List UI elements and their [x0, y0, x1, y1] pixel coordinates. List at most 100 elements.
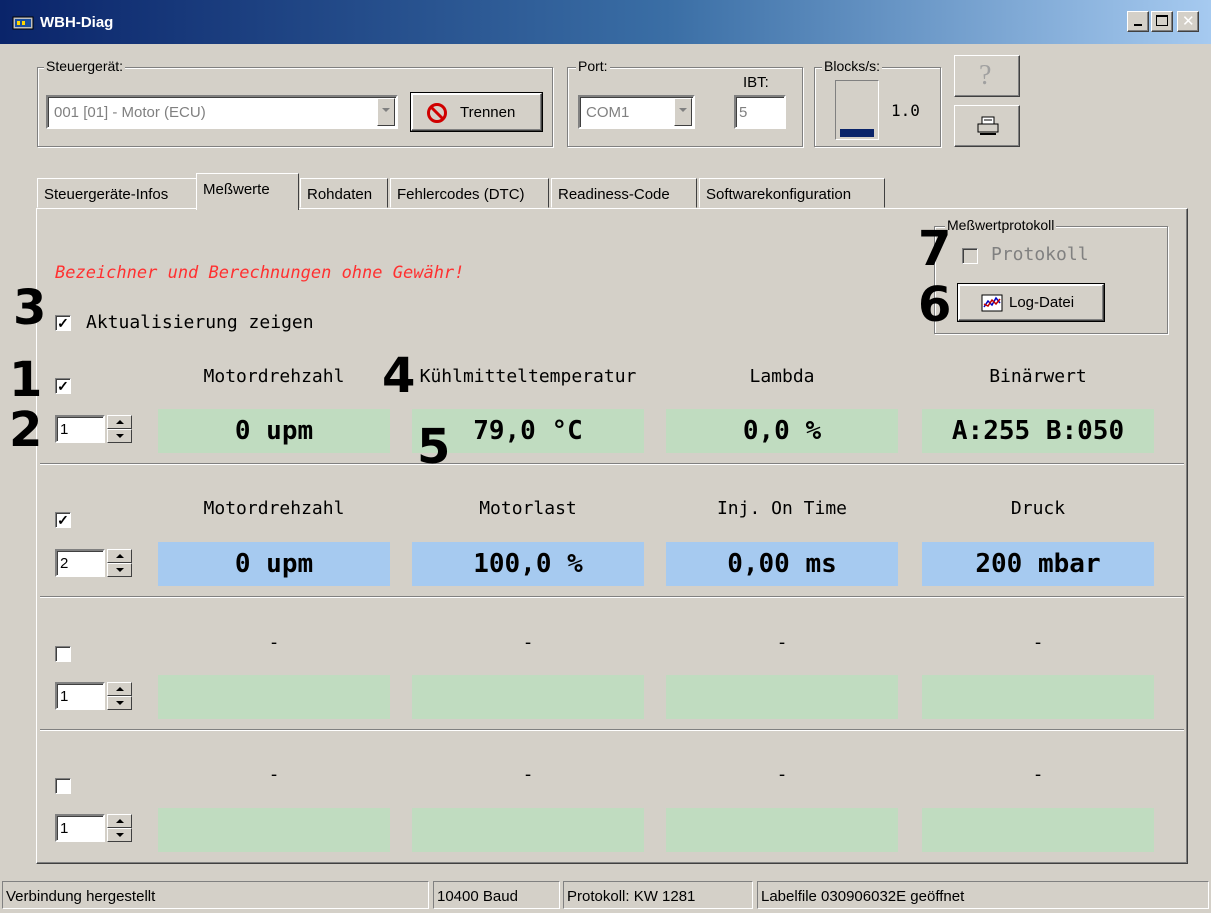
row-4-checkbox[interactable] — [55, 778, 71, 794]
row-2-label-3: Inj. On Time — [716, 498, 848, 519]
row-2-value-1: 0 upm — [158, 542, 390, 586]
ibt-input[interactable]: 5 — [734, 95, 786, 129]
ibt-label: IBT: — [743, 74, 769, 91]
status-connection: Verbindung hergestellt — [2, 881, 429, 909]
status-baud: 10400 Baud — [433, 881, 560, 909]
blocks-value: 1.0 — [891, 101, 920, 120]
window-title: WBH-Diag — [40, 14, 114, 31]
row-separator — [40, 729, 1184, 731]
row-2-spin-up[interactable] — [107, 549, 132, 563]
port-select[interactable]: COM1 — [578, 95, 695, 129]
row-1-label-2: Kühlmitteltemperatur — [419, 366, 637, 387]
maximize-button[interactable] — [1151, 11, 1173, 32]
status-protocol: Protokoll: KW 1281 — [563, 881, 753, 909]
row-4-label-2: - — [522, 764, 534, 785]
row-3-label-2: - — [522, 632, 534, 653]
row-2-value-3: 0,00 ms — [666, 542, 898, 586]
row-3-spin-up[interactable] — [107, 682, 132, 696]
row-4-label-1: - — [268, 764, 280, 785]
close-button[interactable]: ✕ — [1177, 11, 1199, 32]
row-2-checkbox[interactable]: ✓ — [55, 512, 71, 528]
row-3-value-2 — [412, 675, 644, 719]
row-4-spin-down[interactable] — [107, 828, 132, 842]
log-file-button[interactable]: Log-Datei — [958, 284, 1104, 321]
tab-rohdaten[interactable]: Rohdaten — [300, 178, 388, 208]
group-value: 1 — [60, 820, 69, 837]
maximize-icon — [1156, 15, 1168, 26]
chart-icon — [981, 294, 1003, 312]
question-icon: ? — [979, 60, 992, 91]
show-update-checkbox[interactable]: ✓ — [55, 315, 71, 331]
protocol-checkbox[interactable] — [962, 248, 978, 264]
row-2-value-2: 100,0 % — [412, 542, 644, 586]
row-3-checkbox[interactable] — [55, 646, 71, 662]
tab-fehlercodes[interactable]: Fehlercodes (DTC) — [390, 178, 549, 208]
row-1-spin-down[interactable] — [107, 429, 132, 443]
port-group-label: Port: — [576, 58, 610, 74]
row-1-label-3: Lambda — [749, 366, 815, 387]
row-1-checkbox[interactable]: ✓ — [55, 378, 71, 394]
annotation-6: 6 — [918, 277, 952, 333]
blocks-meter-fill — [840, 129, 874, 137]
tab-label: Meßwerte — [203, 181, 270, 198]
blocks-meter — [835, 80, 879, 140]
row-2-value-4: 200 mbar — [922, 542, 1154, 586]
help-button[interactable]: ? — [954, 55, 1020, 97]
row-1-value-3: 0,0 % — [666, 409, 898, 453]
row-3-group-input[interactable]: 1 — [55, 682, 105, 710]
tab-label: Rohdaten — [307, 186, 373, 203]
row-separator — [40, 463, 1184, 465]
ecu-group-label: Steuergerät: — [44, 58, 126, 74]
minimize-button[interactable] — [1127, 11, 1149, 32]
row-1-value-4: A:255 B:050 — [922, 409, 1154, 453]
tab-label: Softwarekonfiguration — [706, 186, 852, 203]
print-button[interactable] — [954, 105, 1020, 147]
row-separator — [40, 596, 1184, 598]
row-2-label-2: Motorlast — [479, 498, 577, 519]
tab-steuergeraete-infos[interactable]: Steuergeräte-Infos — [37, 178, 198, 208]
row-1-value-1: 0 upm — [158, 409, 390, 453]
row-2-group-input[interactable]: 2 — [55, 549, 105, 577]
row-3-value-3 — [666, 675, 898, 719]
app-icon — [12, 16, 34, 30]
row-1-group-input[interactable]: 1 — [55, 415, 105, 443]
blocks-group-label: Blocks/s: — [822, 58, 883, 74]
row-4-value-2 — [412, 808, 644, 852]
row-4-spin-up[interactable] — [107, 814, 132, 828]
tab-softwarekonfiguration[interactable]: Softwarekonfiguration — [699, 178, 885, 208]
ibt-value: 5 — [739, 104, 748, 121]
row-4-value-4 — [922, 808, 1154, 852]
minimize-icon — [1134, 24, 1142, 26]
protocol-checkbox-label: Protokoll — [991, 244, 1089, 265]
group-value: 1 — [60, 688, 69, 705]
tab-readiness-code[interactable]: Readiness-Code — [551, 178, 697, 208]
annotation-5: 5 — [417, 419, 451, 475]
row-3-spin-down[interactable] — [107, 696, 132, 710]
tab-label: Steuergeräte-Infos — [44, 186, 169, 203]
group-value: 1 — [60, 421, 69, 438]
annotation-2: 2 — [9, 402, 43, 458]
chevron-down-icon[interactable] — [674, 98, 692, 126]
row-1-spin-up[interactable] — [107, 415, 132, 429]
row-3-label-3: - — [776, 632, 788, 653]
row-2-label-1: Motordrehzahl — [203, 498, 345, 519]
annotation-7: 7 — [918, 221, 952, 277]
disconnect-button[interactable]: Trennen — [411, 93, 542, 131]
row-4-label-3: - — [776, 764, 788, 785]
tab-messwerte[interactable]: Meßwerte — [196, 173, 299, 210]
disconnect-label: Trennen — [460, 104, 516, 121]
row-4-group-input[interactable]: 1 — [55, 814, 105, 842]
annotation-3: 3 — [13, 280, 47, 336]
port-select-value: COM1 — [586, 104, 630, 121]
stop-icon — [427, 103, 447, 123]
ecu-select[interactable]: 001 [01] - Motor (ECU) — [46, 95, 398, 129]
log-file-label: Log-Datei — [1009, 294, 1075, 311]
close-icon: ✕ — [1182, 12, 1195, 30]
row-3-value-4 — [922, 675, 1154, 719]
status-labelfile: Labelfile 030906032E geöffnet — [757, 881, 1209, 909]
tab-label: Readiness-Code — [558, 186, 670, 203]
row-3-label-1: - — [268, 632, 280, 653]
row-2-spin-down[interactable] — [107, 563, 132, 577]
annotation-4: 4 — [382, 348, 416, 404]
chevron-down-icon[interactable] — [377, 98, 395, 126]
